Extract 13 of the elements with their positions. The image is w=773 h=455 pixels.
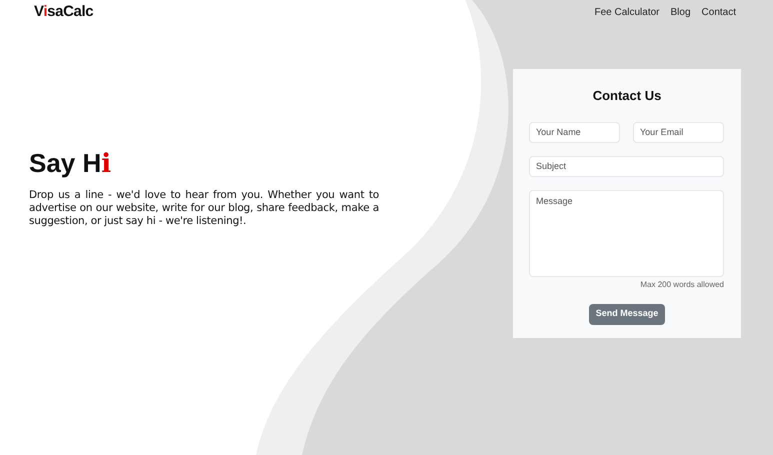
message-field[interactable]: Message: [529, 190, 724, 276]
send-message-button[interactable]: Send Message: [588, 304, 666, 324]
subject-field[interactable]: Subject: [529, 156, 724, 176]
logo[interactable]: VisaCalc: [34, 0, 94, 24]
nav-link[interactable]: Fee Calculator: [594, 4, 660, 20]
page-heading: Say Hi: [29, 150, 112, 177]
intro-paragraph: Drop us a line - we'd love to hear from you. Whether you want to advertise on our website, write for our blog, share feedback, make a suggestion, or just say hi - we're listening!.: [29, 189, 379, 228]
nav-link[interactable]: Blog: [670, 4, 691, 20]
email-field[interactable]: Your Email: [633, 122, 724, 142]
name-field[interactable]: Your Name: [529, 122, 620, 142]
word-limit-hint: Max 200 words allowed: [640, 278, 724, 290]
nav-link[interactable]: Contact: [702, 4, 736, 20]
form-title: Contact Us: [592, 87, 662, 105]
